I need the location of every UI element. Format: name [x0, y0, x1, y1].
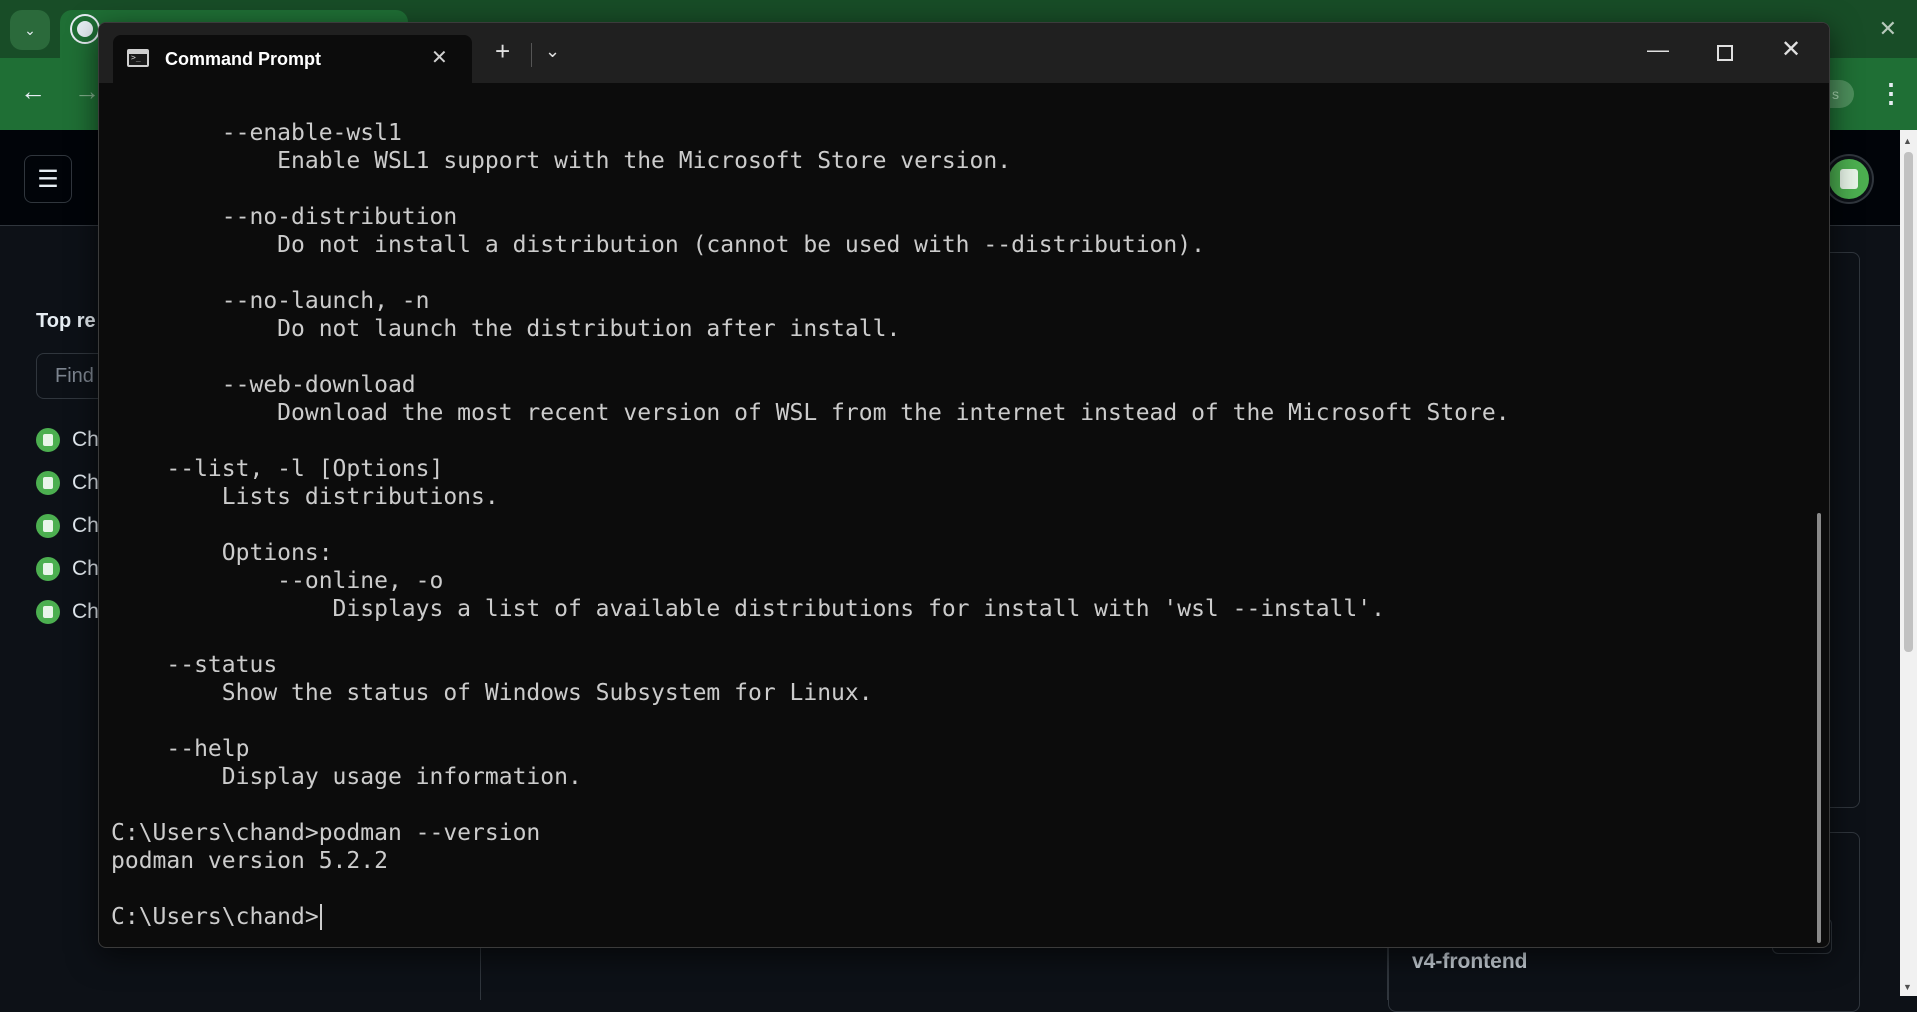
terminal-line: podman version 5.2.2: [111, 848, 388, 874]
terminal-line: C:\Users\chand>podman --version: [111, 820, 541, 846]
terminal-window[interactable]: Command Prompt ✕ + ⌄ — ✕ --enable-wsl1 E…: [98, 22, 1830, 948]
repo-avatar: [36, 557, 60, 581]
repo-avatar: [36, 514, 60, 538]
chevron-down-icon: ⌄: [24, 21, 36, 38]
terminal-line: --list, -l [Options]: [111, 456, 444, 482]
scroll-up-arrow-icon[interactable]: ▲: [1903, 136, 1912, 146]
scroll-down-arrow-icon[interactable]: ▼: [1903, 982, 1912, 992]
terminal-output[interactable]: --enable-wsl1 Enable WSL1 support with t…: [111, 119, 1801, 939]
terminal-line: --online, -o: [111, 568, 444, 594]
terminal-scrollbar[interactable]: [1817, 513, 1821, 943]
repo-list-item[interactable]: Ch: [36, 600, 99, 624]
repo-list-item[interactable]: Ch: [36, 428, 99, 452]
terminal-line: Do not launch the distribution after ins…: [111, 316, 901, 342]
repo-name: Ch: [72, 514, 99, 537]
repo-list-item[interactable]: Ch: [36, 471, 99, 495]
repo-name: Ch: [72, 557, 99, 580]
terminal-line: --no-distribution: [111, 204, 458, 230]
repo-name: Ch: [72, 600, 99, 623]
terminal-line: Download the most recent version of WSL …: [111, 400, 1510, 426]
terminal-line: --status: [111, 652, 278, 678]
browser-menu-icon[interactable]: ⋮: [1878, 78, 1904, 109]
terminal-prompt: C:\Users\chand>: [111, 904, 319, 930]
terminal-line: Options:: [111, 540, 333, 566]
tab-title: Command Prompt: [165, 49, 322, 69]
minimize-icon[interactable]: —: [1647, 37, 1669, 63]
page-scrollbar-thumb[interactable]: [1904, 152, 1913, 652]
new-tab-plus-icon[interactable]: +: [495, 38, 510, 64]
terminal-line: --web-download: [111, 372, 416, 398]
repo-link[interactable]: v4-frontend: [1412, 950, 1528, 974]
terminal-line: Display usage information.: [111, 764, 582, 790]
maximize-icon[interactable]: [1717, 45, 1733, 61]
sidebar-title: Top re: [36, 310, 96, 332]
window-close-icon[interactable]: ✕: [1781, 35, 1801, 64]
hamburger-menu-icon[interactable]: ☰: [24, 155, 72, 203]
terminal-line: Show the status of Windows Subsystem for…: [111, 680, 873, 706]
terminal-line: --enable-wsl1: [111, 120, 402, 146]
repo-avatar: [36, 471, 60, 495]
repo-avatar: [36, 428, 60, 452]
tab-close-icon[interactable]: ✕: [431, 45, 448, 70]
center-feed-column: [480, 940, 1388, 1000]
terminal-line: Enable WSL1 support with the Microsoft S…: [111, 148, 1012, 174]
text-cursor: [319, 904, 322, 930]
terminal-titlebar[interactable]: Command Prompt ✕ + ⌄ — ✕: [99, 23, 1829, 83]
command-prompt-icon: [127, 49, 149, 67]
terminal-line: Lists distributions.: [111, 484, 499, 510]
tab-divider: [531, 43, 532, 67]
tab-command-prompt[interactable]: Command Prompt ✕: [113, 35, 472, 83]
terminal-line: --no-launch, -n: [111, 288, 430, 314]
repo-list-item[interactable]: Ch: [36, 514, 99, 538]
back-arrow-icon[interactable]: ←: [20, 76, 46, 107]
repo-name: Ch: [72, 428, 99, 451]
terminal-prompt-line[interactable]: C:\Users\chand>: [111, 903, 322, 931]
terminal-line: Do not install a distribution (cannot be…: [111, 232, 1205, 258]
repo-avatar: [36, 600, 60, 624]
close-icon[interactable]: ✕: [1879, 16, 1897, 42]
terminal-line: --help: [111, 736, 250, 762]
tab-search-button[interactable]: ⌄: [10, 10, 50, 50]
repo-list-item[interactable]: Ch: [36, 557, 99, 581]
terminal-line: Displays a list of available distributio…: [111, 596, 1385, 622]
forward-arrow-icon[interactable]: →: [74, 76, 100, 107]
tab-dropdown-chevron-icon[interactable]: ⌄: [545, 41, 560, 62]
repo-name: Ch: [72, 471, 99, 494]
github-icon: [72, 16, 98, 42]
user-avatar[interactable]: [1826, 156, 1872, 202]
